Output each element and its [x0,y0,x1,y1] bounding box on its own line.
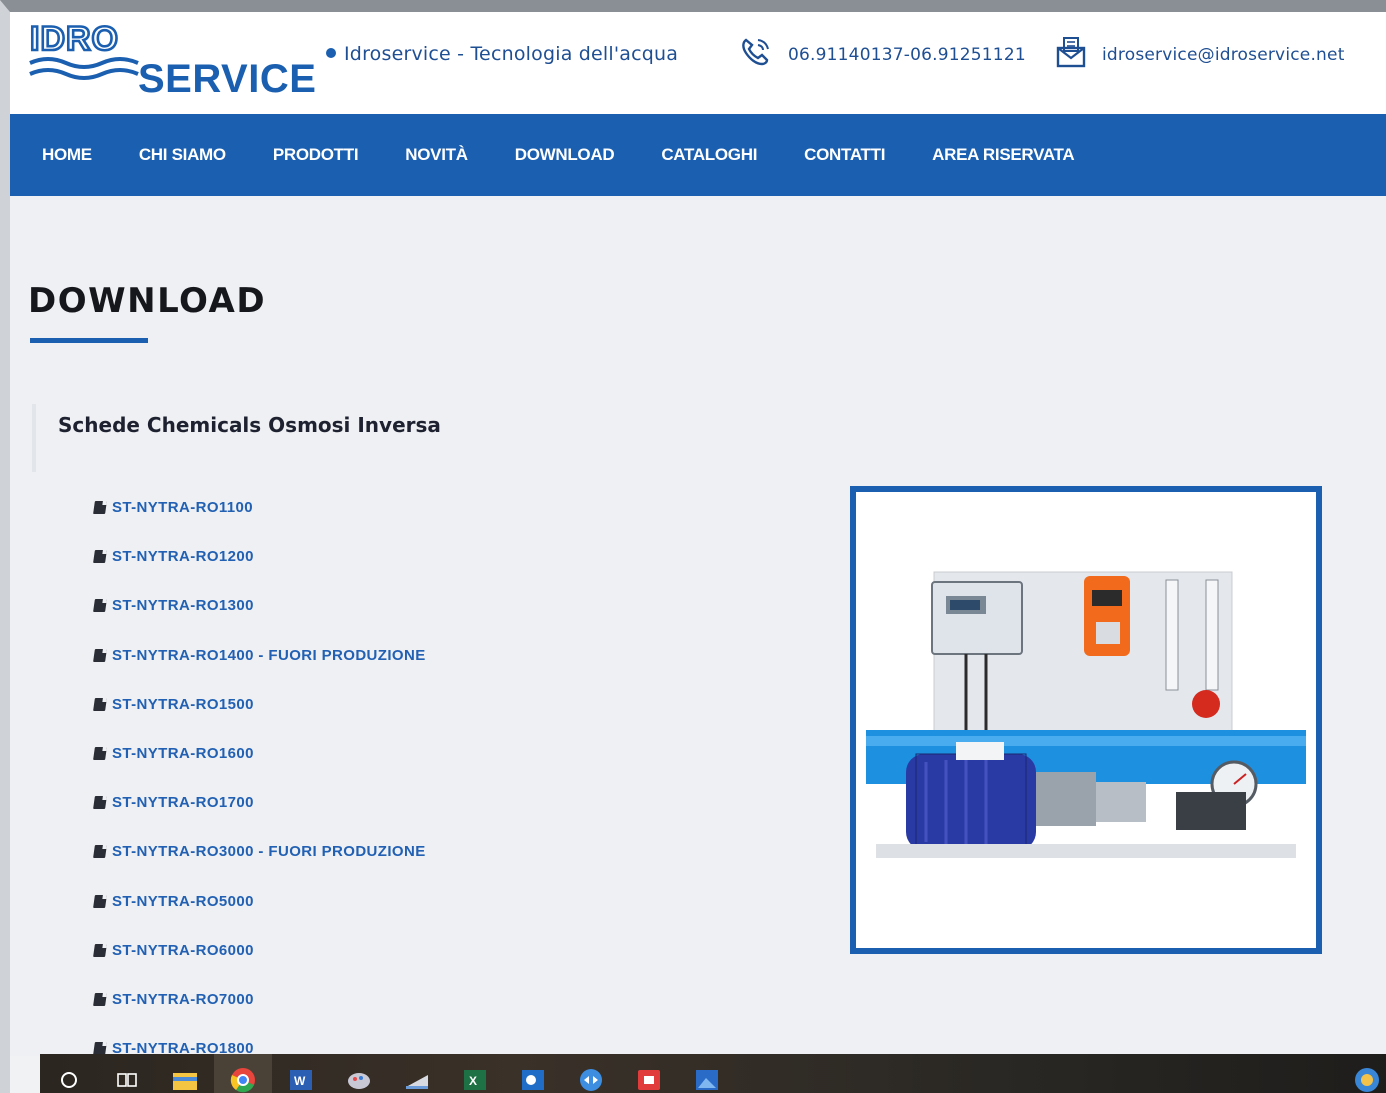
site-tagline: Idroservice - Tecnologia dell'acqua [344,43,679,65]
photos-button[interactable] [678,1054,736,1093]
main-nav: HOME CHI SIAMO PRODOTTI NOVITÀ DOWNLOAD … [10,114,1386,196]
nav-item-area-riservata[interactable]: AREA RISERVATA [932,145,1075,165]
document-item[interactable]: ST-NYTRA-RO3000 - FUORI PRODUZIONE [93,827,426,876]
nav-item-novita[interactable]: NOVITÀ [405,145,468,165]
chrome-icon [230,1067,255,1092]
document-link[interactable]: ST-NYTRA-RO6000 [112,942,254,959]
file-explorer-button[interactable] [156,1054,214,1093]
document-link[interactable]: ST-NYTRA-RO1700 [112,794,254,811]
document-item[interactable]: ST-NYTRA-RO5000 [93,877,426,926]
nav-item-contatti[interactable]: CONTATTI [804,145,885,165]
section-title: Schede Chemicals Osmosi Inversa [58,413,441,437]
nav-item-home[interactable]: HOME [42,145,92,165]
document-icon [93,992,107,1006]
site-header: IDRO SERVICE Idroservice - Tecnologia de… [10,12,1386,114]
product-image-frame [850,486,1322,954]
word-icon: W [290,1069,312,1090]
email-link[interactable]: idroservice@idroservice.net [1102,45,1345,65]
document-link[interactable]: ST-NYTRA-RO1300 [112,597,254,614]
scanner-icon [406,1074,428,1089]
document-list: ST-NYTRA-RO1100 ST-NYTRA-RO1200 ST-NYTRA… [93,483,426,1073]
title-underline [30,338,148,343]
phone-number[interactable]: 06.91140137-06.91251121 [788,45,1026,65]
document-link[interactable]: ST-NYTRA-RO7000 [112,991,254,1008]
section-accent-bar [32,404,36,472]
document-icon [93,697,107,711]
document-link[interactable]: ST-NYTRA-RO1200 [112,548,254,565]
document-item[interactable]: ST-NYTRA-RO6000 [93,926,426,975]
excel-button[interactable]: X [446,1054,504,1093]
search-button[interactable] [40,1054,98,1093]
scanner-button[interactable] [388,1054,446,1093]
photos-icon [696,1069,718,1090]
teamviewer-icon [580,1068,602,1091]
document-item[interactable]: ST-NYTRA-RO1600 [93,729,426,778]
document-link[interactable]: ST-NYTRA-RO3000 - FUORI PRODUZIONE [112,843,426,860]
reverse-osmosis-unit-image [866,571,1306,858]
media-icon [638,1069,660,1090]
chrome-button[interactable] [214,1054,272,1093]
nav-item-prodotti[interactable]: PRODOTTI [273,145,359,165]
outlook-button[interactable] [504,1054,562,1093]
document-icon [93,648,107,662]
media-button[interactable] [620,1054,678,1093]
document-link[interactable]: ST-NYTRA-RO1100 [112,499,253,516]
phone-icon [742,38,769,66]
document-link[interactable]: ST-NYTRA-RO1400 - FUORI PRODUZIONE [112,647,426,664]
document-link[interactable]: ST-NYTRA-RO5000 [112,893,254,910]
svg-text:W: W [294,1074,306,1088]
taskbar: W X [40,1054,1386,1093]
document-item[interactable]: ST-NYTRA-RO1400 - FUORI PRODUZIONE [93,631,426,680]
help-icon [1355,1067,1379,1092]
document-icon [93,894,107,908]
document-link[interactable]: ST-NYTRA-RO1500 [112,696,254,713]
paint-button[interactable] [330,1054,388,1093]
document-item[interactable]: ST-NYTRA-RO1200 [93,532,426,581]
document-item[interactable]: ST-NYTRA-RO1500 [93,680,426,729]
document-item[interactable]: ST-NYTRA-RO1700 [93,778,426,827]
document-icon [93,747,107,761]
search-icon [61,1071,77,1088]
nav-item-chi-siamo[interactable]: CHI SIAMO [139,145,226,165]
document-icon [93,550,107,564]
nav-item-cataloghi[interactable]: CATALOGHI [661,145,757,165]
logo-text-service: SERVICE [138,57,316,98]
document-item[interactable]: ST-NYTRA-RO1300 [93,581,426,630]
page-title: DOWNLOAD [28,281,267,321]
paint-icon [348,1072,370,1089]
svg-text:X: X [469,1074,477,1088]
document-item[interactable]: ST-NYTRA-RO7000 [93,975,426,1024]
logo-text-idro: IDRO [30,20,119,58]
word-button[interactable]: W [272,1054,330,1093]
main-content: DOWNLOAD Schede Chemicals Osmosi Inversa… [10,196,1386,1057]
idro-service-logo[interactable]: IDRO SERVICE [28,20,340,98]
browser-screen: IDRO SERVICE Idroservice - Tecnologia de… [0,0,1386,1093]
document-icon [93,796,107,810]
file-explorer-icon [173,1072,197,1090]
document-link[interactable]: ST-NYTRA-RO1600 [112,745,254,762]
nav-item-download[interactable]: DOWNLOAD [515,145,615,165]
document-icon [93,943,107,957]
task-view-button[interactable] [98,1054,156,1093]
document-icon [93,845,107,859]
help-button[interactable] [1338,1054,1386,1093]
mail-icon [1056,37,1086,68]
document-item[interactable]: ST-NYTRA-RO1100 [93,483,426,532]
document-icon [93,501,107,515]
teamviewer-button[interactable] [562,1054,620,1093]
outlook-icon [522,1069,544,1090]
task-view-icon [117,1072,137,1087]
excel-icon: X [464,1069,486,1090]
document-icon [93,599,107,613]
